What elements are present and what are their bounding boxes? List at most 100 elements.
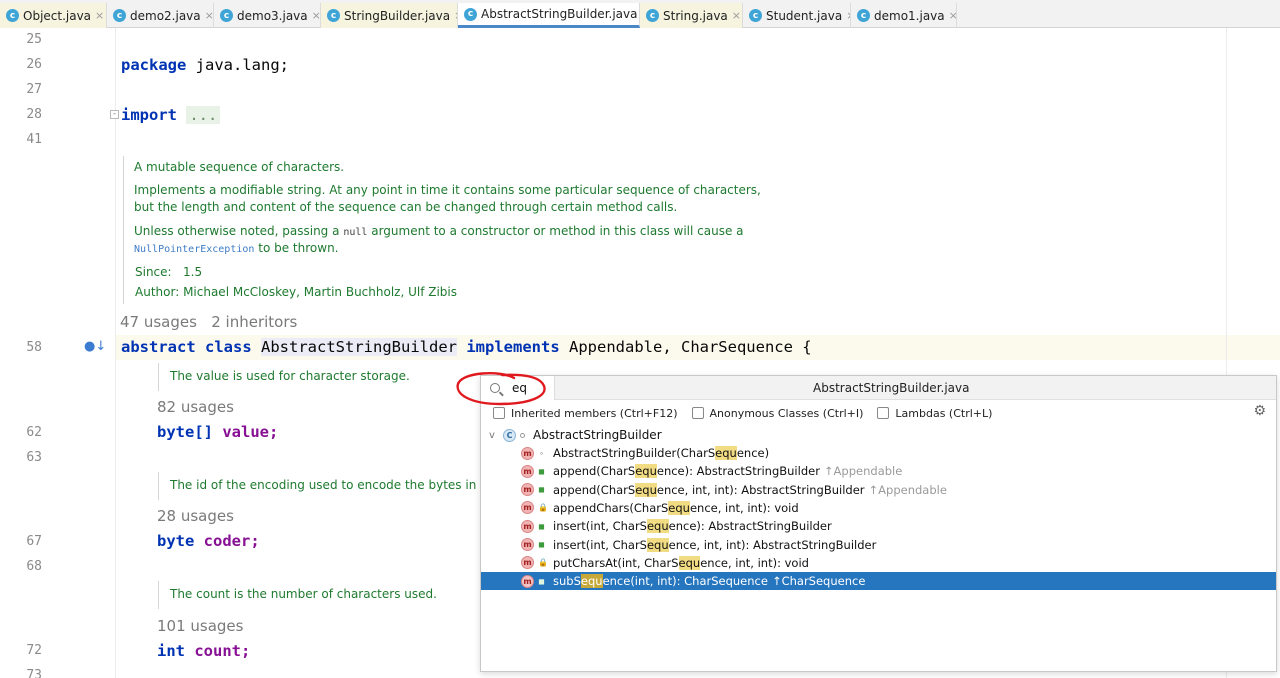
close-icon[interactable]: × <box>949 9 956 22</box>
editor-tab[interactable]: c String.java × <box>640 3 743 28</box>
keyword: package <box>121 56 187 74</box>
file-structure-popup[interactable]: eq AbstractStringBuilder.java Inherited … <box>480 375 1277 672</box>
tab-label: demo2.java <box>130 8 201 23</box>
doc-bar <box>158 581 159 609</box>
search-match-highlight: equ <box>635 482 657 497</box>
type: byte[] <box>157 423 213 441</box>
search-value[interactable]: eq <box>512 381 527 395</box>
structure-item[interactable]: m 🔒 appendChars(CharS equ ence, int, int): v… <box>481 499 1276 517</box>
anonymous-classes-checkbox[interactable]: Anonymous Classes (Ctrl+I) <box>691 407 863 420</box>
visibility-icon: ◼ <box>538 576 545 586</box>
method-icon: m <box>521 556 534 570</box>
line-number: 28 <box>26 107 42 122</box>
java-class-icon: c <box>6 9 19 22</box>
close-icon[interactable]: × <box>732 9 741 22</box>
visibility-icon: ◼ <box>538 466 545 476</box>
search-icon <box>490 383 500 393</box>
keyword: import <box>121 106 177 124</box>
close-icon[interactable]: × <box>205 9 213 22</box>
java-class-icon: c <box>220 9 233 22</box>
search-input[interactable]: eq <box>481 376 555 400</box>
fold-icon[interactable]: - <box>110 110 119 119</box>
class-inheritors-link[interactable]: 2 inheritors <box>211 313 297 331</box>
editor-tab[interactable]: c AbstractStringBuilder.java <box>458 3 640 28</box>
item-text: subS <box>553 574 581 589</box>
package-visibility-icon <box>520 432 525 438</box>
tree-root-class[interactable]: v C AbstractStringBuilder <box>489 427 662 443</box>
checkbox[interactable] <box>493 407 505 419</box>
method-icon: m <box>521 483 534 497</box>
keyword: abstract <box>121 338 196 356</box>
class-icon: C <box>503 428 516 442</box>
line-number: 73 <box>26 668 42 678</box>
class-name[interactable]: AbstractStringBuilder <box>261 338 457 356</box>
field-doc: The id of the encoding used to encode th… <box>170 477 498 495</box>
search-match-highlight: equ <box>668 500 690 515</box>
tab-label: String.java <box>663 8 728 23</box>
filter-options: Inherited members (Ctrl+F12) Anonymous C… <box>493 405 1006 421</box>
method-icon: m <box>521 446 534 460</box>
method-icon: m <box>521 464 534 478</box>
line-number: 25 <box>26 32 42 47</box>
package-name: java.lang; <box>195 56 289 74</box>
editor-tab[interactable]: c demo1.java × <box>851 3 957 28</box>
doc-text: Unless otherwise noted, passing a <box>134 224 340 238</box>
editor-tab[interactable]: c demo3.java × <box>214 3 321 28</box>
structure-item[interactable]: m ◼ append(CharS equ ence): AbstractStringBu… <box>481 462 1276 480</box>
editor-tab[interactable]: cStringBuilder.java× <box>321 3 458 28</box>
editor-tab[interactable]: c demo2.java × <box>107 3 214 28</box>
structure-item[interactable]: m ◼ subS equ ence(int, int): CharSequence ↑Ch… <box>481 572 1276 591</box>
implemented-method-gutter-icon[interactable]: ●↓ <box>84 339 106 354</box>
tab-label: Student.java <box>766 8 843 23</box>
visibility-icon: ◼ <box>538 521 545 531</box>
checkbox[interactable] <box>877 407 890 419</box>
usages-hint[interactable]: 47 usages 2 inheritors <box>120 313 297 331</box>
item-text: AbstractStringBuilder(CharS <box>553 446 716 460</box>
class-declaration-line: abstract class AbstractStringBuilder imp… <box>121 338 812 356</box>
checkbox[interactable] <box>691 407 704 419</box>
structure-item[interactable]: m 🔒 putCharsAt(int, CharS equ ence, int, int… <box>481 554 1276 572</box>
java-class-icon: c <box>857 9 870 22</box>
line-number: 41 <box>26 132 42 147</box>
package-line: package java.lang; <box>121 56 289 74</box>
doc-since: Since: 1.5 <box>135 264 202 281</box>
tree-root-label: AbstractStringBuilder <box>533 428 662 442</box>
doc-link[interactable]: NullPointerException <box>134 244 254 255</box>
class-usages-link[interactable]: 47 usages <box>120 313 197 331</box>
structure-item[interactable]: m ◼ append(CharS equ ence, int, int): Abstra… <box>481 481 1276 499</box>
author-value: Michael McCloskey, Martin Buchholz, Ulf … <box>183 285 457 299</box>
editor-tab[interactable]: c Object.java × <box>0 3 107 28</box>
count-usages-hint[interactable]: 101 usages <box>157 617 243 635</box>
close-icon[interactable]: × <box>95 9 104 22</box>
doc-bar <box>158 363 159 391</box>
item-text: putCharsAt(int, CharS <box>553 555 679 570</box>
value-usages-hint[interactable]: 82 usages <box>157 398 234 416</box>
coder-usages-hint[interactable]: 28 usages <box>157 507 234 525</box>
gear-icon[interactable]: ⚙ <box>1253 403 1266 419</box>
field-name: count; <box>194 642 251 660</box>
keyword: class <box>205 338 252 356</box>
class-doc-line: Implements a modifiable string. At any p… <box>134 183 761 197</box>
structure-item[interactable]: m ◼ insert(int, CharS equ ence, int, int): A… <box>481 536 1276 554</box>
chevron-down-icon[interactable]: v <box>489 430 503 441</box>
editor-tab[interactable]: cStudent.java× <box>743 3 851 28</box>
since-label: Since: <box>135 265 172 279</box>
java-class-icon: c <box>464 7 477 21</box>
line-number: 68 <box>26 559 42 574</box>
structure-item[interactable]: m ◼ insert(int, CharS equ ence): AbstractStr… <box>481 517 1276 535</box>
close-icon[interactable]: × <box>312 9 320 22</box>
import-fold[interactable]: ... <box>186 106 221 124</box>
visibility-icon: ◼ <box>538 485 545 495</box>
method-icon: m <box>521 519 534 533</box>
tab-label: StringBuilder.java <box>344 8 451 23</box>
line-number: 58 <box>26 340 42 355</box>
inherited-members-checkbox[interactable]: Inherited members (Ctrl+F12) <box>493 407 678 420</box>
structure-item[interactable]: m ∘ AbstractStringBuilder(CharS equ ence) <box>481 444 1276 462</box>
inherited-from-label: ↑Appendable <box>868 482 947 497</box>
author-label: Author: <box>135 285 180 299</box>
doc-author: Author: Michael McCloskey, Martin Buchho… <box>135 284 457 301</box>
type: int <box>157 642 185 660</box>
visibility-icon: ∘ <box>538 448 544 458</box>
inherited-from-label: ↑Appendable <box>823 464 903 479</box>
lambdas-checkbox[interactable]: Lambdas (Ctrl+L) <box>877 407 992 420</box>
